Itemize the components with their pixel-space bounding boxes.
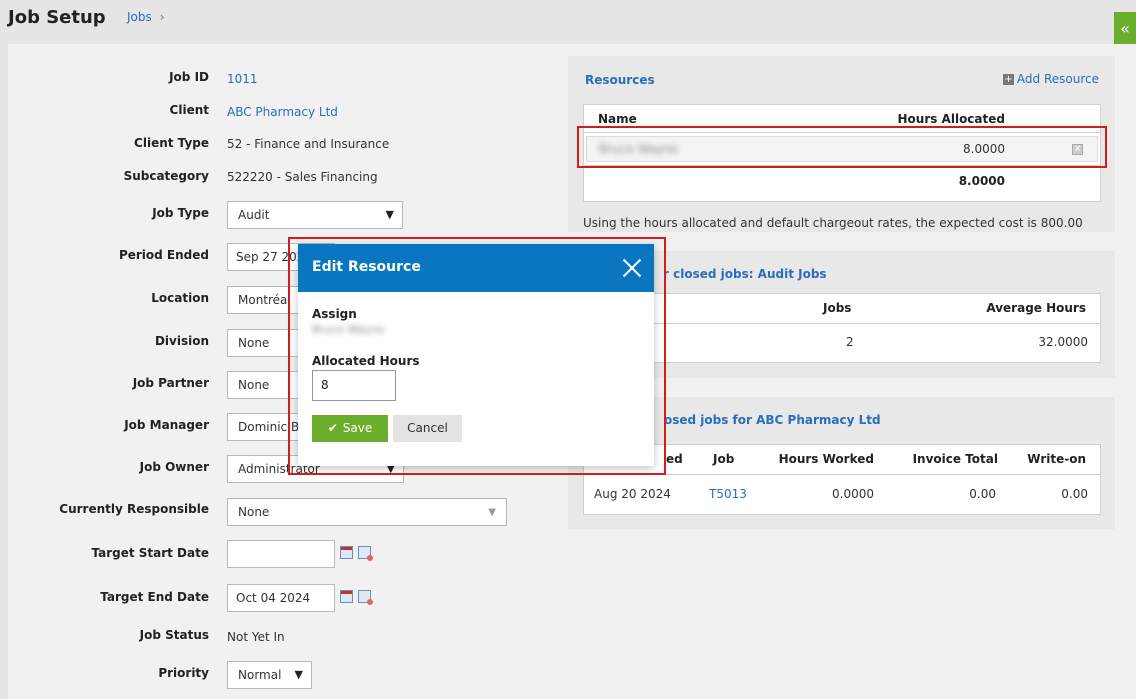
write-on: 0.00 (1061, 487, 1088, 501)
average-hours: 32.0000 (1038, 335, 1088, 349)
page-title: Job Setup (8, 7, 106, 28)
col-jobs: Jobs (823, 301, 852, 315)
add-resource-link[interactable]: + Add Resource (1002, 72, 1099, 86)
col-ended: ed (666, 452, 683, 466)
job-type-select[interactable]: Audit ▼ (227, 201, 403, 229)
calendar-icon[interactable] (340, 590, 353, 603)
plus-icon: + (1002, 74, 1014, 85)
division-value: None (238, 336, 270, 350)
job-type-label: Job Type (152, 206, 209, 220)
job-manager-label: Job Manager (124, 418, 209, 432)
col-invoice-total: Invoice Total (912, 452, 998, 466)
target-end-input[interactable]: Oct 04 2024 (227, 584, 335, 612)
job-link[interactable]: T5013 (709, 487, 747, 501)
location-label: Location (151, 291, 209, 305)
job-partner-value: None (238, 378, 270, 392)
subcategory-label: Subcategory (123, 169, 209, 183)
col-job: Job (713, 452, 735, 466)
job-date: Aug 20 2024 (594, 487, 671, 501)
client-label: Client (169, 103, 209, 117)
row-highlight-box (577, 126, 1107, 168)
dialog-highlight-box (288, 237, 666, 475)
col-hours-allocated: Hours Allocated (897, 112, 1005, 126)
double-chevron-left-icon: « (1120, 19, 1130, 38)
job-id-value[interactable]: 1011 (227, 72, 258, 86)
chevron-down-icon: ▼ (294, 668, 303, 681)
breadcrumb-jobs-link[interactable]: Jobs (127, 10, 152, 24)
job-owner-label: Job Owner (139, 460, 209, 474)
closed-jobs-title: r closed jobs: Audit Jobs (663, 267, 827, 281)
collapse-panel-button[interactable]: « (1114, 12, 1136, 45)
clear-date-icon[interactable] (358, 546, 373, 561)
resources-total: 8.0000 (958, 174, 1005, 188)
priority-select[interactable]: Normal ▼ (227, 661, 312, 689)
target-start-input[interactable] (227, 540, 335, 568)
invoice-total: 0.00 (969, 487, 996, 501)
resources-title: Resources (585, 73, 655, 87)
caret-down-icon: ▼ (488, 507, 496, 518)
client-closed-jobs-title: osed jobs for ABC Pharmacy Ltd (664, 413, 881, 427)
add-resource-label: Add Resource (1016, 72, 1099, 86)
chevron-right-icon: › (159, 10, 165, 24)
priority-label: Priority (158, 666, 209, 680)
col-average-hours: Average Hours (986, 301, 1086, 315)
target-end-value: Oct 04 2024 (236, 591, 311, 605)
target-end-label: Target End Date (100, 590, 209, 604)
currently-responsible-select[interactable]: None ▼ (227, 498, 507, 526)
job-status-label: Job Status (139, 628, 209, 642)
top-bar: Job Setup Jobs › « (0, 0, 1136, 45)
jobs-count: 2 (846, 335, 854, 349)
expected-cost-note: Using the hours allocated and default ch… (583, 216, 1083, 230)
col-hours-worked: Hours Worked (778, 452, 874, 466)
col-name: Name (598, 112, 637, 126)
chevron-down-icon: ▼ (385, 208, 394, 221)
location-value: Montréal (238, 293, 291, 307)
subcategory-value: 522220 - Sales Financing (227, 170, 378, 184)
table-row: Aug 20 2024 T5013 0.0000 0.00 0.00 (584, 475, 1100, 515)
breadcrumb: Jobs › (127, 10, 165, 24)
client-type-value: 52 - Finance and Insurance (227, 137, 390, 151)
currently-responsible-label: Currently Responsible (59, 502, 209, 516)
target-start-label: Target Start Date (91, 546, 209, 560)
hours-worked: 0.0000 (832, 487, 874, 501)
job-partner-label: Job Partner (132, 376, 209, 390)
calendar-icon[interactable] (340, 546, 353, 559)
client-type-label: Client Type (134, 136, 209, 150)
period-ended-label: Period Ended (118, 248, 209, 262)
col-write-on: Write-on (1027, 452, 1086, 466)
job-status-value: Not Yet In (227, 630, 285, 644)
priority-value: Normal (238, 668, 282, 682)
job-type-value: Audit (238, 208, 270, 222)
job-id-label: Job ID (169, 70, 209, 84)
client-link[interactable]: ABC Pharmacy Ltd (227, 105, 338, 119)
division-label: Division (154, 334, 209, 348)
clear-date-icon[interactable] (358, 590, 373, 605)
currently-responsible-value: None (238, 505, 270, 519)
